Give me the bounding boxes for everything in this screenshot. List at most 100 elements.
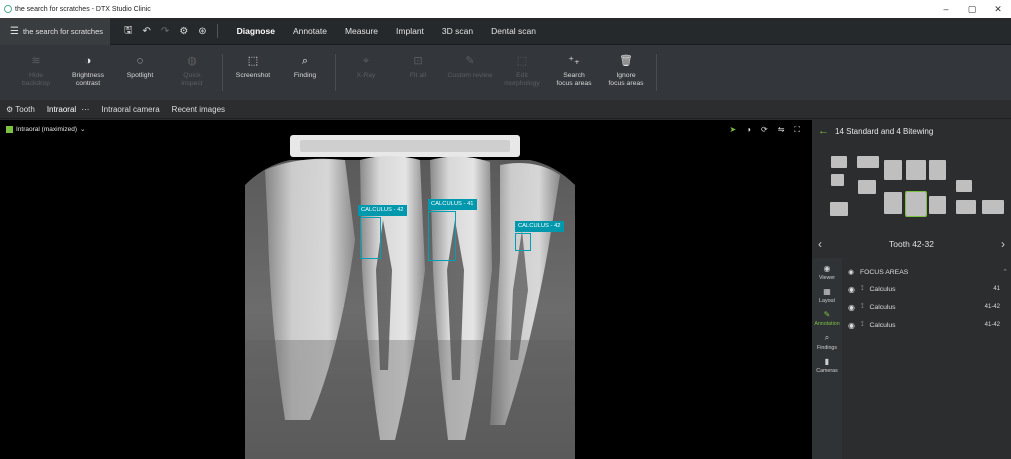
save-icon[interactable]: 🖫	[124, 23, 133, 40]
tab-intraoral[interactable]: Intraoral ···	[41, 100, 96, 119]
redo-icon[interactable]: ↷	[161, 26, 169, 37]
fit-icon: ⊡	[413, 55, 423, 67]
focus-area-item[interactable]: ◉ ⟟ Calculus 41	[848, 280, 1008, 298]
thumbnail[interactable]	[831, 174, 844, 186]
annotation-label[interactable]: CALCULUS - 42	[515, 221, 564, 232]
window-title: the search for scratches - DTX Studio Cl…	[15, 5, 151, 13]
thumbnail[interactable]	[956, 200, 976, 214]
annotation-label[interactable]: CALCULUS - 41	[428, 199, 477, 210]
thumbnail[interactable]	[956, 180, 972, 192]
eye-icon: ◉	[823, 264, 831, 273]
review-icon: ✎	[465, 55, 475, 67]
thumbnail[interactable]	[929, 196, 946, 214]
calculus-marker[interactable]	[515, 233, 531, 251]
side-tool-annotation[interactable]: ✎ Annotation	[812, 310, 842, 327]
tab-diagnose[interactable]: Diagnose	[228, 18, 284, 45]
xray-thumbnails	[822, 156, 1007, 226]
ignore-focus-icon: 🗑	[619, 55, 633, 67]
fit-all-button[interactable]: ⊡ Fit all	[392, 45, 444, 100]
edit-morphology-button[interactable]: ⬚ Edit morphology	[496, 45, 548, 100]
back-arrow-icon[interactable]: ←	[818, 125, 829, 137]
viewer-layout-selector[interactable]: Intraoral (maximized) ⌄	[6, 125, 86, 133]
tab-intraoral-camera[interactable]: Intraoral camera	[95, 100, 165, 119]
hamburger-icon: ☰	[10, 25, 19, 37]
app-menu-button[interactable]: ☰ the search for scratches	[0, 17, 110, 45]
right-panel: ← 14 Standard and 4 Bitewing ‹ Tooth 42-…	[812, 120, 1011, 459]
maximize-button[interactable]: ▢	[959, 0, 985, 18]
thumbnail[interactable]	[858, 180, 876, 194]
brightness-contrast-button[interactable]: ◑ Brightness contrast	[62, 45, 114, 100]
chevron-left-icon[interactable]: ‹	[818, 237, 822, 251]
thumbnail[interactable]	[906, 160, 926, 180]
calculus-marker[interactable]	[360, 217, 381, 259]
finding-button[interactable]: ⌕ Finding	[279, 45, 331, 100]
side-tool-cameras[interactable]: ▮ Cameras	[812, 357, 842, 374]
spotlight-button[interactable]: ◌ Spotlight	[114, 45, 166, 100]
pointer-icon[interactable]: ➤	[729, 125, 736, 135]
quick-actions: 🖫 ↶ ↷ ⚙ ⊛	[124, 23, 207, 40]
tooth-marker-icon: ⟟	[860, 321, 864, 328]
focus-area-item[interactable]: ◉ ⟟ Calculus 41-42	[848, 298, 1008, 316]
calculus-marker[interactable]	[428, 211, 456, 261]
undo-icon[interactable]: ↶	[143, 26, 151, 37]
thumbnail[interactable]	[929, 160, 946, 180]
tab-dental-scan[interactable]: Dental scan	[482, 18, 545, 45]
thumbnail-selected[interactable]	[905, 191, 927, 217]
contrast-toggle-icon[interactable]: ◑	[746, 125, 751, 135]
screenshot-icon: ⬚	[247, 55, 259, 67]
inspect-icon: ◍	[187, 55, 197, 67]
flip-icon[interactable]: ⇋	[778, 125, 785, 135]
thumbnail[interactable]	[884, 192, 902, 214]
annotation-label[interactable]: CALCULUS - 42	[358, 205, 407, 216]
ribbon-divider	[222, 54, 223, 91]
xray-button[interactable]: ⌖ X-Ray	[340, 45, 392, 100]
hide-backdrop-button[interactable]: ≋ Hide backdrop	[10, 45, 62, 100]
eye-icon[interactable]: ◉	[848, 303, 855, 312]
focus-areas-header[interactable]: ◉ FOCUS AREAS ⌃	[848, 264, 1008, 280]
focus-area-item[interactable]: ◉ ⟟ Calculus 41-42	[848, 316, 1008, 334]
morphology-icon: ⬚	[516, 55, 528, 67]
custom-review-button[interactable]: ✎ Custom review	[444, 45, 496, 100]
fullscreen-icon[interactable]: ⛶	[794, 125, 800, 135]
focus-areas-list: ◉ FOCUS AREAS ⌃ ◉ ⟟ Calculus 41 ◉ ⟟ Calc…	[848, 264, 1008, 334]
search-focus-areas-button[interactable]: ⁺₊ Search focus areas	[548, 45, 600, 100]
tab-recent-images[interactable]: Recent images	[166, 100, 231, 119]
eye-icon[interactable]: ◉	[848, 321, 855, 330]
layers-icon: ≋	[31, 55, 41, 67]
chevron-right-icon[interactable]: ›	[1001, 237, 1005, 251]
tooth-icon: ⚙	[6, 104, 16, 114]
image-viewer[interactable]: Intraoral (maximized) ⌄ ➤ ◑ ⟳ ⇋ ⛶ CALCUL…	[0, 120, 812, 459]
tooth-marker-icon: ⟟	[860, 285, 864, 292]
tooth-navigator: ‹ Tooth 42-32 ›	[812, 234, 1011, 254]
thumbnail[interactable]	[884, 160, 902, 180]
support-icon[interactable]: ⊛	[198, 26, 206, 37]
settings-icon[interactable]: ⚙	[179, 26, 188, 37]
tab-tooth[interactable]: ⚙ Tooth	[0, 100, 41, 119]
side-tool-layout[interactable]: ▦ Layout	[812, 287, 842, 304]
menubar-divider	[216, 24, 218, 38]
side-tool-viewer[interactable]: ◉ Viewer	[812, 264, 842, 281]
spotlight-icon: ◌	[136, 55, 144, 67]
eye-icon[interactable]: ◉	[848, 285, 855, 294]
minimize-button[interactable]: –	[933, 0, 959, 18]
finding-icon: ⌕	[301, 55, 309, 67]
tab-implant[interactable]: Implant	[387, 18, 433, 45]
close-button[interactable]: ✕	[985, 0, 1011, 18]
ignore-focus-areas-button[interactable]: 🗑 Ignore focus areas	[600, 45, 652, 100]
chevron-up-icon[interactable]: ⌃	[1002, 268, 1008, 276]
more-options-icon[interactable]: ···	[81, 105, 89, 114]
thumbnail[interactable]	[830, 202, 848, 216]
tab-annotate[interactable]: Annotate	[284, 18, 336, 45]
pencil-icon: ✎	[823, 310, 831, 319]
tab-3d-scan[interactable]: 3D scan	[433, 18, 482, 45]
screenshot-button[interactable]: ⬚ Screenshot	[227, 45, 279, 100]
quick-inspect-button[interactable]: ◍ Quick inspect	[166, 45, 218, 100]
rotate-icon[interactable]: ⟳	[761, 125, 768, 135]
thumbnail[interactable]	[831, 156, 847, 168]
thumbnail[interactable]	[982, 200, 1004, 214]
eye-icon[interactable]: ◉	[848, 268, 854, 276]
thumbnail[interactable]	[857, 156, 879, 168]
tooth-marker-icon: ⟟	[860, 303, 864, 310]
side-tool-findings[interactable]: ⌕ Findings	[812, 333, 842, 351]
tab-measure[interactable]: Measure	[336, 18, 387, 45]
